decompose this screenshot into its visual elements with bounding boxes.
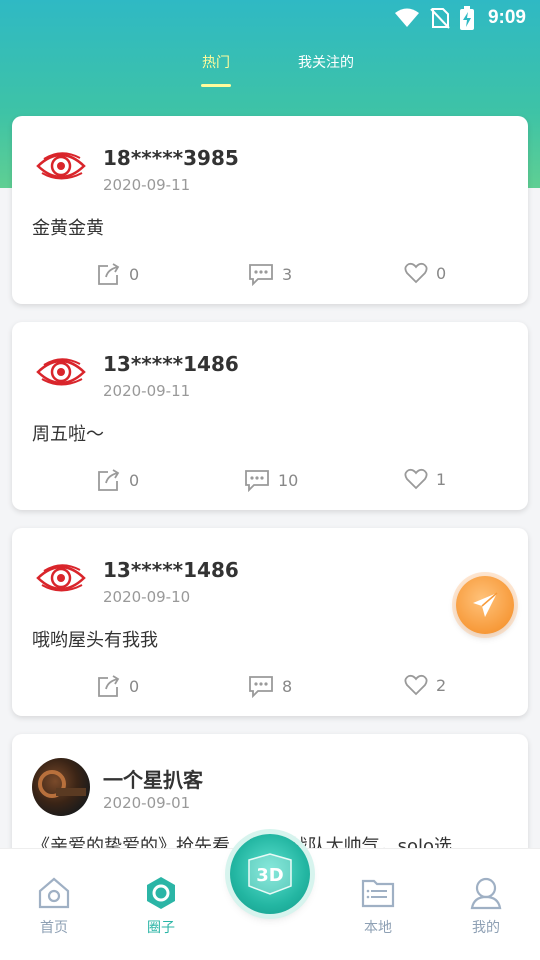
like-button[interactable]: 0 — [404, 262, 446, 284]
like-button[interactable]: 1 — [404, 468, 446, 490]
share-button[interactable]: 0 — [96, 262, 139, 287]
share-count: 0 — [129, 265, 140, 284]
post-text[interactable]: 金黄金黄 — [32, 214, 104, 240]
nav-local[interactable]: 本地 — [348, 875, 408, 937]
post-username[interactable]: 一个星扒客 — [103, 764, 203, 793]
eye-logo-avatar — [36, 358, 86, 386]
status-time: 9:09 — [487, 7, 526, 28]
share-button[interactable]: 0 — [96, 468, 139, 493]
like-button[interactable]: 2 — [404, 674, 446, 696]
tab-hot[interactable]: 热门 — [202, 52, 230, 72]
tab-active-indicator — [201, 84, 231, 87]
post-actions: 0 3 0 — [12, 262, 528, 292]
comment-icon — [245, 470, 269, 492]
post-date: 2020-09-11 — [103, 176, 191, 194]
post-username[interactable]: 13*****1486 — [103, 352, 239, 376]
nav-circle[interactable]: 圈子 — [131, 875, 191, 937]
share-icon — [98, 469, 120, 491]
post-text[interactable]: 周五啦～ — [32, 420, 104, 446]
share-count: 0 — [129, 471, 140, 490]
share-icon — [98, 263, 120, 285]
post-card[interactable]: 13*****1486 2020-09-10 哦哟屋头有我我 0 8 2 — [12, 528, 528, 716]
post-card[interactable]: 13*****1486 2020-09-11 周五啦～ 0 10 1 — [12, 322, 528, 510]
folder-icon — [361, 879, 395, 908]
3d-center-button[interactable]: 3D — [230, 834, 310, 914]
3d-label: 3D — [256, 865, 283, 886]
nav-profile[interactable]: 我的 — [456, 875, 516, 937]
home-icon — [38, 877, 70, 909]
comment-icon — [249, 676, 273, 698]
post-date: 2020-09-10 — [103, 588, 191, 606]
comment-button[interactable]: 10 — [244, 468, 298, 492]
publish-fab[interactable] — [456, 576, 514, 634]
comment-button[interactable]: 3 — [248, 262, 292, 286]
send-plane-icon — [473, 592, 498, 617]
battery-charging-icon — [459, 6, 474, 30]
nav-label: 首页 — [40, 920, 68, 936]
comment-count: 8 — [282, 676, 293, 696]
tab-following[interactable]: 我关注的 — [298, 52, 354, 72]
heart-icon — [404, 674, 428, 696]
wifi-icon — [394, 8, 419, 27]
share-icon — [98, 675, 120, 697]
3d-icon: 3D — [248, 853, 292, 895]
no-sim-icon — [430, 8, 450, 29]
comment-count: 3 — [282, 264, 293, 284]
nav-label: 圈子 — [147, 920, 175, 936]
comment-count: 10 — [278, 470, 299, 490]
eye-logo-avatar — [36, 564, 86, 592]
nav-label: 本地 — [364, 920, 392, 936]
eye-logo-avatar — [36, 152, 86, 180]
post-username[interactable]: 18*****3985 — [103, 146, 239, 170]
post-feed: 18*****3985 2020-09-11 金黄金黄 0 3 0 13****… — [12, 116, 528, 940]
like-count: 1 — [436, 469, 447, 489]
post-date: 2020-09-01 — [103, 794, 191, 812]
heart-icon — [404, 468, 428, 490]
post-actions: 0 10 1 — [12, 468, 528, 498]
comment-button[interactable]: 8 — [248, 674, 292, 698]
post-card[interactable]: 18*****3985 2020-09-11 金黄金黄 0 3 0 — [12, 116, 528, 304]
comment-icon — [249, 264, 273, 286]
like-count: 0 — [436, 263, 447, 283]
post-actions: 0 8 2 — [12, 674, 528, 704]
post-text[interactable]: 哦哟屋头有我我 — [32, 626, 158, 652]
nav-home[interactable]: 首页 — [24, 875, 84, 937]
like-count: 2 — [436, 675, 447, 695]
nav-label: 我的 — [472, 920, 500, 936]
status-bar: 9:09 — [0, 0, 540, 36]
post-username[interactable]: 13*****1486 — [103, 558, 239, 582]
photo-texture-icon — [38, 770, 86, 798]
circle-icon — [147, 877, 175, 909]
share-count: 0 — [129, 677, 140, 696]
tab-bar: 热门 我关注的 — [0, 52, 540, 92]
user-photo-avatar — [32, 758, 90, 816]
user-icon — [470, 877, 502, 910]
share-button[interactable]: 0 — [96, 674, 139, 699]
post-date: 2020-09-11 — [103, 382, 191, 400]
heart-icon — [404, 262, 428, 284]
